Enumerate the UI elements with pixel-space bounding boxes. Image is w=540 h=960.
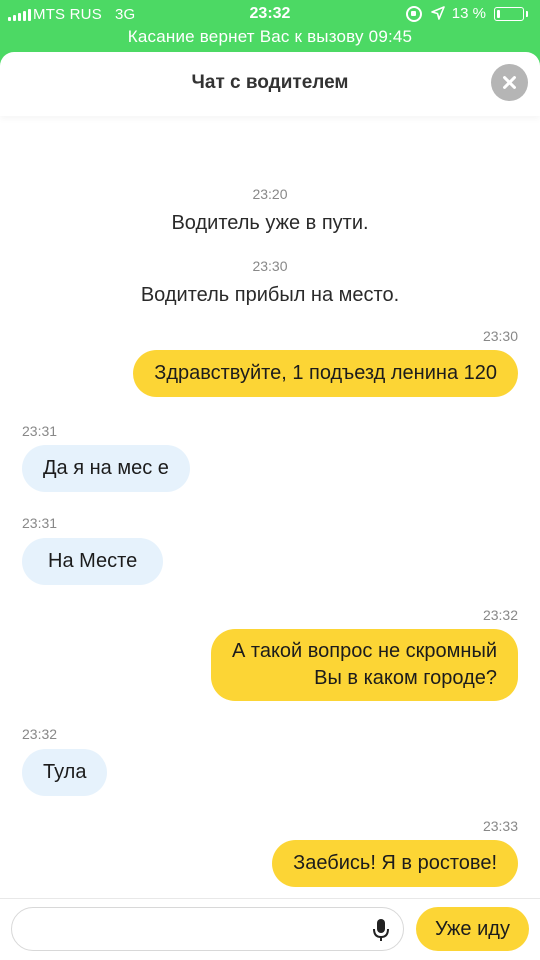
battery-icon [494, 7, 528, 21]
network-type: 3G [115, 6, 136, 23]
orientation-lock-icon [406, 6, 422, 22]
status-bar: MTS RUS 3G 23:32 13 % [0, 0, 540, 30]
message-timestamp: 23:31 [22, 515, 58, 531]
message-timestamp: 23:33 [482, 818, 518, 834]
message-line: А такой вопрос не скромный [232, 640, 497, 662]
message-composer: Уже иду [0, 898, 540, 960]
message-timestamp: 23:30 [252, 258, 288, 274]
message-timestamp: 23:20 [252, 186, 288, 202]
battery-fill [497, 10, 500, 18]
message-input[interactable] [11, 907, 404, 951]
outgoing-message: Здравствуйте, 1 подъезд ленина 120 [133, 350, 518, 397]
system-message: Водитель уже в пути. [171, 212, 369, 234]
send-button[interactable]: Уже иду [416, 907, 529, 951]
message-timestamp: 23:31 [22, 423, 58, 439]
chat-sheet: Чат с водителем 23:20 Водитель уже в пут… [0, 52, 540, 960]
return-to-call-banner[interactable]: Касание вернет Вас к вызову 09:45 [0, 27, 540, 47]
outgoing-message: Заебись! Я в ростове! [272, 840, 518, 887]
chat-header: Чат с водителем [0, 52, 540, 116]
incoming-message: На Месте [22, 538, 164, 585]
battery-percent: 13 % [451, 5, 486, 22]
message-timestamp: 23:30 [482, 328, 518, 344]
incoming-message: Да я на мес е [22, 445, 190, 492]
outgoing-message: А такой вопрос не скромный Вы в каком го… [211, 629, 518, 701]
carrier-name: MTS RUS [33, 6, 102, 23]
close-icon[interactable] [491, 64, 528, 101]
status-right: 13 % [390, 5, 530, 23]
carrier-info: MTS RUS 3G [33, 6, 135, 23]
page-title: Чат с водителем [191, 72, 349, 93]
message-line: Вы в каком городе? [314, 667, 497, 689]
incoming-message: Тула [22, 749, 108, 796]
message-timestamp: 23:32 [22, 726, 58, 742]
system-message: Водитель прибыл на место. [140, 284, 400, 306]
microphone-icon[interactable] [372, 919, 390, 943]
location-arrow-icon [431, 6, 445, 20]
message-timestamp: 23:32 [482, 607, 518, 623]
